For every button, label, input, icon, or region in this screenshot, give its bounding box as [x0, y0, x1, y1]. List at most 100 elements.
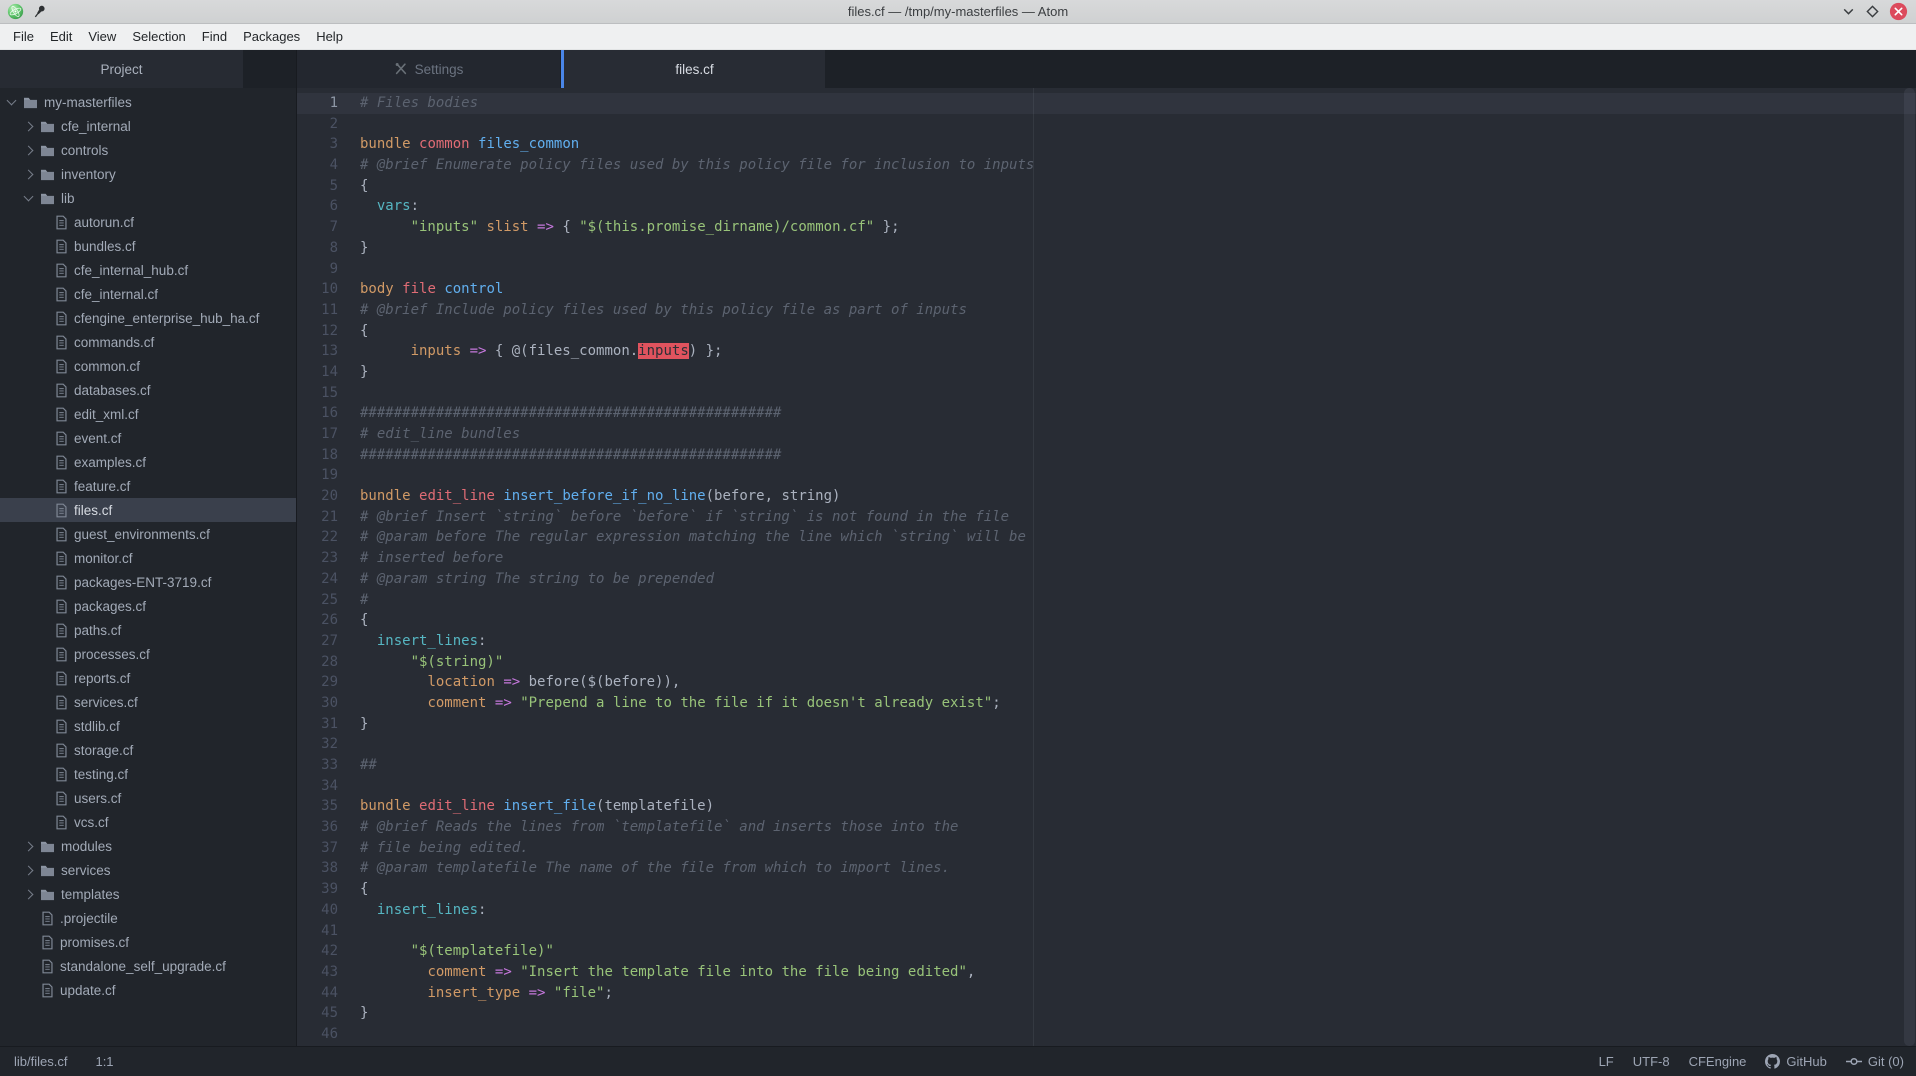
tree-file-packages-cf[interactable]: packages.cf — [0, 594, 296, 618]
status-cursor-position[interactable]: 1:1 — [95, 1054, 113, 1069]
line-number[interactable]: 4 — [297, 155, 338, 176]
tree-folder-cfe-internal[interactable]: cfe_internal — [0, 114, 296, 138]
menu-help[interactable]: Help — [308, 29, 351, 44]
menu-view[interactable]: View — [80, 29, 124, 44]
tree-folder-modules[interactable]: modules — [0, 834, 296, 858]
code-line-6[interactable]: 6 vars: — [297, 196, 1916, 217]
line-number[interactable]: 14 — [297, 362, 338, 383]
code-line-22[interactable]: 22# @param before The regular expression… — [297, 527, 1916, 548]
tree-file-files-cf[interactable]: files.cf — [0, 498, 296, 522]
tree-file-reports-cf[interactable]: reports.cf — [0, 666, 296, 690]
tree-file-storage-cf[interactable]: storage.cf — [0, 738, 296, 762]
code-line-28[interactable]: 28 "$(string)" — [297, 652, 1916, 673]
menu-find[interactable]: Find — [194, 29, 235, 44]
code-line-1[interactable]: 1# Files bodies — [297, 93, 1916, 114]
tree-folder-controls[interactable]: controls — [0, 138, 296, 162]
line-number[interactable]: 25 — [297, 590, 338, 611]
code-line-21[interactable]: 21# @brief Insert `string` before `befor… — [297, 507, 1916, 528]
tree-file-packages-ent-3719-cf[interactable]: packages-ENT-3719.cf — [0, 570, 296, 594]
line-number[interactable]: 22 — [297, 527, 338, 548]
line-number[interactable]: 21 — [297, 507, 338, 528]
editor-scrollbar[interactable] — [1904, 88, 1915, 1046]
code-line-42[interactable]: 42 "$(templatefile)" — [297, 941, 1916, 962]
line-number[interactable]: 26 — [297, 610, 338, 631]
code-line-17[interactable]: 17# edit_line bundles — [297, 424, 1916, 445]
code-line-27[interactable]: 27 insert_lines: — [297, 631, 1916, 652]
tree-file-cfengine-enterprise-hub-ha-cf[interactable]: cfengine_enterprise_hub_ha.cf — [0, 306, 296, 330]
code-line-24[interactable]: 24# @param string The string to be prepe… — [297, 569, 1916, 590]
code-line-37[interactable]: 37# file being edited. — [297, 838, 1916, 859]
chevron-right-icon[interactable] — [24, 865, 34, 875]
tree-file-autorun-cf[interactable]: autorun.cf — [0, 210, 296, 234]
tree-file-cfe-internal-cf[interactable]: cfe_internal.cf — [0, 282, 296, 306]
line-number[interactable]: 8 — [297, 238, 338, 259]
code-line-11[interactable]: 11# @brief Include policy files used by … — [297, 300, 1916, 321]
chevron-right-icon[interactable] — [24, 889, 34, 899]
line-number[interactable]: 45 — [297, 1003, 338, 1024]
tree-file-standalone-self-upgrade-cf[interactable]: standalone_self_upgrade.cf — [0, 954, 296, 978]
line-number[interactable]: 10 — [297, 279, 338, 300]
code-line-32[interactable]: 32 — [297, 734, 1916, 755]
menu-file[interactable]: File — [5, 29, 42, 44]
chevron-down-icon[interactable] — [7, 96, 17, 106]
code-line-39[interactable]: 39{ — [297, 879, 1916, 900]
code-line-29[interactable]: 29 location => before($(before)), — [297, 672, 1916, 693]
line-number[interactable]: 35 — [297, 796, 338, 817]
chevron-right-icon[interactable] — [24, 169, 34, 179]
tree-file-feature-cf[interactable]: feature.cf — [0, 474, 296, 498]
tree-file-services-cf[interactable]: services.cf — [0, 690, 296, 714]
maximize-button[interactable] — [1865, 4, 1880, 19]
tree-file-testing-cf[interactable]: testing.cf — [0, 762, 296, 786]
line-number[interactable]: 42 — [297, 941, 338, 962]
code-line-16[interactable]: 16######################################… — [297, 403, 1916, 424]
status-utf-8[interactable]: UTF-8 — [1633, 1054, 1670, 1069]
line-number[interactable]: 17 — [297, 424, 338, 445]
code-line-43[interactable]: 43 comment => "Insert the template file … — [297, 962, 1916, 983]
code-line-9[interactable]: 9 — [297, 259, 1916, 280]
code-line-2[interactable]: 2 — [297, 114, 1916, 135]
code-line-8[interactable]: 8} — [297, 238, 1916, 259]
line-number[interactable]: 40 — [297, 900, 338, 921]
tree-file--projectile[interactable]: .projectile — [0, 906, 296, 930]
code-line-41[interactable]: 41 — [297, 921, 1916, 942]
tab-settings[interactable]: Settings — [297, 50, 561, 88]
line-number[interactable]: 5 — [297, 176, 338, 197]
code-line-14[interactable]: 14} — [297, 362, 1916, 383]
menu-edit[interactable]: Edit — [42, 29, 80, 44]
code-line-31[interactable]: 31} — [297, 714, 1916, 735]
tree-file-commands-cf[interactable]: commands.cf — [0, 330, 296, 354]
code-line-10[interactable]: 10body file control — [297, 279, 1916, 300]
tree-file-edit-xml-cf[interactable]: edit_xml.cf — [0, 402, 296, 426]
tree-file-cfe-internal-hub-cf[interactable]: cfe_internal_hub.cf — [0, 258, 296, 282]
code-line-25[interactable]: 25# — [297, 590, 1916, 611]
line-number[interactable]: 41 — [297, 921, 338, 942]
code-line-18[interactable]: 18######################################… — [297, 445, 1916, 466]
line-number[interactable]: 27 — [297, 631, 338, 652]
line-number[interactable]: 30 — [297, 693, 338, 714]
line-number[interactable]: 46 — [297, 1024, 338, 1045]
code-line-20[interactable]: 20bundle edit_line insert_before_if_no_l… — [297, 486, 1916, 507]
close-button[interactable] — [1889, 2, 1908, 21]
tree-file-examples-cf[interactable]: examples.cf — [0, 450, 296, 474]
code-line-13[interactable]: 13 inputs => { @(files_common.inputs) }; — [297, 341, 1916, 362]
tab-files-cf[interactable]: files.cf — [561, 50, 825, 88]
line-number[interactable]: 44 — [297, 983, 338, 1004]
code-line-12[interactable]: 12{ — [297, 321, 1916, 342]
line-number[interactable]: 2 — [297, 114, 338, 135]
line-number[interactable]: 37 — [297, 838, 338, 859]
line-number[interactable]: 31 — [297, 714, 338, 735]
chevron-down-icon[interactable] — [24, 192, 34, 202]
line-number[interactable]: 13 — [297, 341, 338, 362]
code-line-19[interactable]: 19 — [297, 465, 1916, 486]
line-number[interactable]: 18 — [297, 445, 338, 466]
code-line-44[interactable]: 44 insert_type => "file"; — [297, 983, 1916, 1004]
tree-file-event-cf[interactable]: event.cf — [0, 426, 296, 450]
code-line-15[interactable]: 15 — [297, 383, 1916, 404]
status-github[interactable]: GitHub — [1765, 1054, 1826, 1069]
status-cfengine[interactable]: CFEngine — [1689, 1054, 1747, 1069]
status-lf[interactable]: LF — [1599, 1054, 1614, 1069]
tree-file-vcs-cf[interactable]: vcs.cf — [0, 810, 296, 834]
line-number[interactable]: 43 — [297, 962, 338, 983]
code-line-3[interactable]: 3bundle common files_common — [297, 134, 1916, 155]
tree-file-databases-cf[interactable]: databases.cf — [0, 378, 296, 402]
